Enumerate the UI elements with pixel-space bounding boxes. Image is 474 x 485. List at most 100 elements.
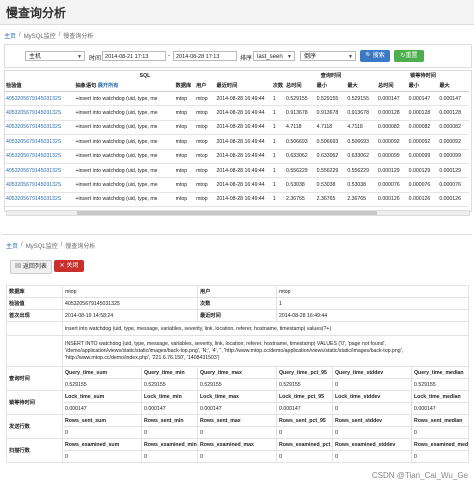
breadcrumb-home[interactable]: 主页 bbox=[4, 31, 16, 40]
close-button[interactable]: ✕ 关闭 bbox=[54, 260, 84, 272]
table-cell: 0.53038 bbox=[346, 178, 377, 192]
table-row[interactable]: 405320567914503132S+insert into watchdog… bbox=[5, 135, 469, 149]
table-cell: 1 bbox=[272, 149, 285, 163]
start-time-input[interactable]: 2014-08-21 17:13 bbox=[102, 51, 166, 61]
group-header-row: SQL 查询时间 锁等待时间 bbox=[5, 71, 469, 80]
sql-abstract-cell[interactable]: +insert into watchdog (uid, type, me bbox=[74, 92, 174, 106]
table-cell: 0.000082 bbox=[377, 120, 408, 134]
metric-stat-name: Lock_time_stddev bbox=[333, 391, 412, 403]
table-cell: mtop bbox=[195, 120, 215, 134]
table-cell: mtop bbox=[175, 149, 195, 163]
checksum-link[interactable]: 405320567914503132S bbox=[5, 120, 74, 134]
metric-stat-value: 0.000147 bbox=[412, 403, 469, 415]
checksum-link[interactable]: 405320567914503132S bbox=[5, 149, 74, 163]
sql-abstract-cell[interactable]: +insert into watchdog (uid, type, me bbox=[74, 163, 174, 177]
table-cell: 2.36765 bbox=[285, 192, 316, 206]
metric-label: 查询时间 bbox=[7, 367, 63, 391]
table-cell: 2014-08-28 16:49:44 bbox=[216, 149, 272, 163]
checksum-link[interactable]: 405320567914503132S bbox=[5, 178, 74, 192]
order-select[interactable]: 倒序▼ bbox=[300, 51, 356, 61]
table-cell: 0.000076 bbox=[438, 178, 469, 192]
metric-stat-name: Lock_time_median bbox=[412, 391, 469, 403]
host-select[interactable]: 主机▼ bbox=[25, 51, 85, 61]
detail-table: 数据库 mtop 用户 mtop 检验值 4053205679145031325… bbox=[6, 285, 469, 463]
table-cell: mtop bbox=[195, 178, 215, 192]
end-time-input[interactable]: 2014-08-28 17:13 bbox=[173, 51, 237, 61]
sql-abstract-cell[interactable]: +insert into watchdog (uid, type, me bbox=[74, 106, 174, 120]
range-dash: - bbox=[168, 53, 170, 59]
metric-stat-value: 0 bbox=[333, 403, 412, 415]
sql-abstract-cell[interactable]: +insert into watchdog (uid, type, me bbox=[74, 178, 174, 192]
metric-stat-name: Rows_sent_stddev bbox=[333, 415, 412, 427]
search-button[interactable]: 🔍搜索 bbox=[360, 50, 390, 62]
expand-all-link[interactable]: 展开所有 bbox=[98, 83, 119, 89]
metric-stat-value: 0.000147 bbox=[277, 403, 333, 415]
scrollbar-thumb[interactable] bbox=[77, 211, 377, 215]
sql-abstract: insert into watchdog (uid, type, message… bbox=[63, 322, 469, 336]
checksum-link[interactable]: 405320567914503132S bbox=[5, 106, 74, 120]
table-cell: 1 bbox=[272, 135, 285, 149]
table-cell: 0.000147 bbox=[408, 92, 439, 106]
metric-stat-name: Query_time_min bbox=[142, 367, 198, 379]
list-icon: ▤ bbox=[15, 264, 21, 270]
user-label: 用户 bbox=[198, 286, 277, 298]
col-lt-sum: 总时间 bbox=[377, 80, 408, 92]
table-cell: 1 bbox=[272, 120, 285, 134]
table-cell: 0.000099 bbox=[438, 149, 469, 163]
checksum-link[interactable]: 405320567914503132S bbox=[5, 135, 74, 149]
metric-stat-name: Lock_time_max bbox=[198, 391, 277, 403]
horizontal-scrollbar[interactable] bbox=[6, 210, 470, 216]
table-row[interactable]: 405320567914503132S+insert into watchdog… bbox=[5, 92, 469, 106]
table-cell: 0.000126 bbox=[438, 192, 469, 206]
table-row[interactable]: 405320567914503132S+insert into watchdog… bbox=[5, 106, 469, 120]
table-row[interactable]: 405320567914503132S+insert into watchdog… bbox=[5, 149, 469, 163]
table-cell: 0.529155 bbox=[285, 92, 316, 106]
col-qt-max: 最大 bbox=[346, 80, 377, 92]
sql-abstract-cell[interactable]: +insert into watchdog (uid, type, me bbox=[74, 120, 174, 134]
table-cell: mtop bbox=[195, 135, 215, 149]
breadcrumb-mysql[interactable]: MySQL监控 bbox=[24, 31, 56, 40]
sort-select[interactable]: last_seen▼ bbox=[253, 51, 295, 61]
table-cell: 1 bbox=[272, 92, 285, 106]
db-label: 数据库 bbox=[7, 286, 63, 298]
metric-stat-value: 0.529155 bbox=[142, 379, 198, 391]
table-cell: 4.7118 bbox=[346, 120, 377, 134]
detail-breadcrumb-home[interactable]: 主页 bbox=[6, 241, 18, 250]
checksum-link[interactable]: 405320567914503132S bbox=[5, 192, 74, 206]
metric-stat-name: Rows_examined_min bbox=[142, 439, 198, 451]
table-cell: mtop bbox=[195, 192, 215, 206]
group-lock-time: 锁等待时间 bbox=[377, 71, 469, 80]
first-seen-value: 2014-08-19 14:58:24 bbox=[63, 310, 198, 322]
table-cell: 0.556229 bbox=[285, 163, 316, 177]
table-cell: mtop bbox=[195, 163, 215, 177]
sql-abstract-cell[interactable]: +insert into watchdog (uid, type, me bbox=[74, 149, 174, 163]
table-row[interactable]: 405320567914503132S+insert into watchdog… bbox=[5, 178, 469, 192]
checksum-link[interactable]: 405320567914503132S bbox=[5, 163, 74, 177]
sort-label: 排序 bbox=[240, 53, 252, 62]
table-row[interactable]: 405320567914503132S+insert into watchdog… bbox=[5, 163, 469, 177]
table-cell: 0.506693 bbox=[316, 135, 347, 149]
checksum-link[interactable]: 405320567914503132S bbox=[5, 92, 74, 106]
back-to-list-button[interactable]: ▤ 返回列表 bbox=[10, 260, 52, 274]
metric-stat-name: Query_time_max bbox=[198, 367, 277, 379]
sql-abstract-cell[interactable]: +insert into watchdog (uid, type, me bbox=[74, 192, 174, 206]
table-cell: mtop bbox=[175, 163, 195, 177]
table-cell: 0.000129 bbox=[408, 163, 439, 177]
table-cell: 0.529155 bbox=[316, 92, 347, 106]
table-cell: 2014-08-28 16:49:44 bbox=[216, 135, 272, 149]
table-cell: 0.000076 bbox=[408, 178, 439, 192]
reset-button[interactable]: ↻重置 bbox=[394, 50, 424, 62]
table-cell: 0.53038 bbox=[316, 178, 347, 192]
checksum-value: 4053205679145031325 bbox=[63, 298, 198, 310]
table-cell: 0.529155 bbox=[346, 92, 377, 106]
sql-abstract-cell[interactable]: +insert into watchdog (uid, type, me bbox=[74, 135, 174, 149]
table-row[interactable]: 405320567914503132S+insert into watchdog… bbox=[5, 192, 469, 206]
group-query-time: 查询时间 bbox=[285, 71, 377, 80]
first-seen-label: 首次出现 bbox=[7, 310, 63, 322]
metric-stat-value: 0 bbox=[333, 379, 412, 391]
table-row[interactable]: 405320567914503132S+insert into watchdog… bbox=[5, 120, 469, 134]
watermark: CSDN @Tian_Cai_Wu_Ge bbox=[372, 471, 468, 480]
detail-breadcrumb-mysql[interactable]: MySQL监控 bbox=[26, 241, 58, 250]
search-icon: 🔍 bbox=[365, 53, 372, 59]
table-cell: 1 bbox=[272, 178, 285, 192]
